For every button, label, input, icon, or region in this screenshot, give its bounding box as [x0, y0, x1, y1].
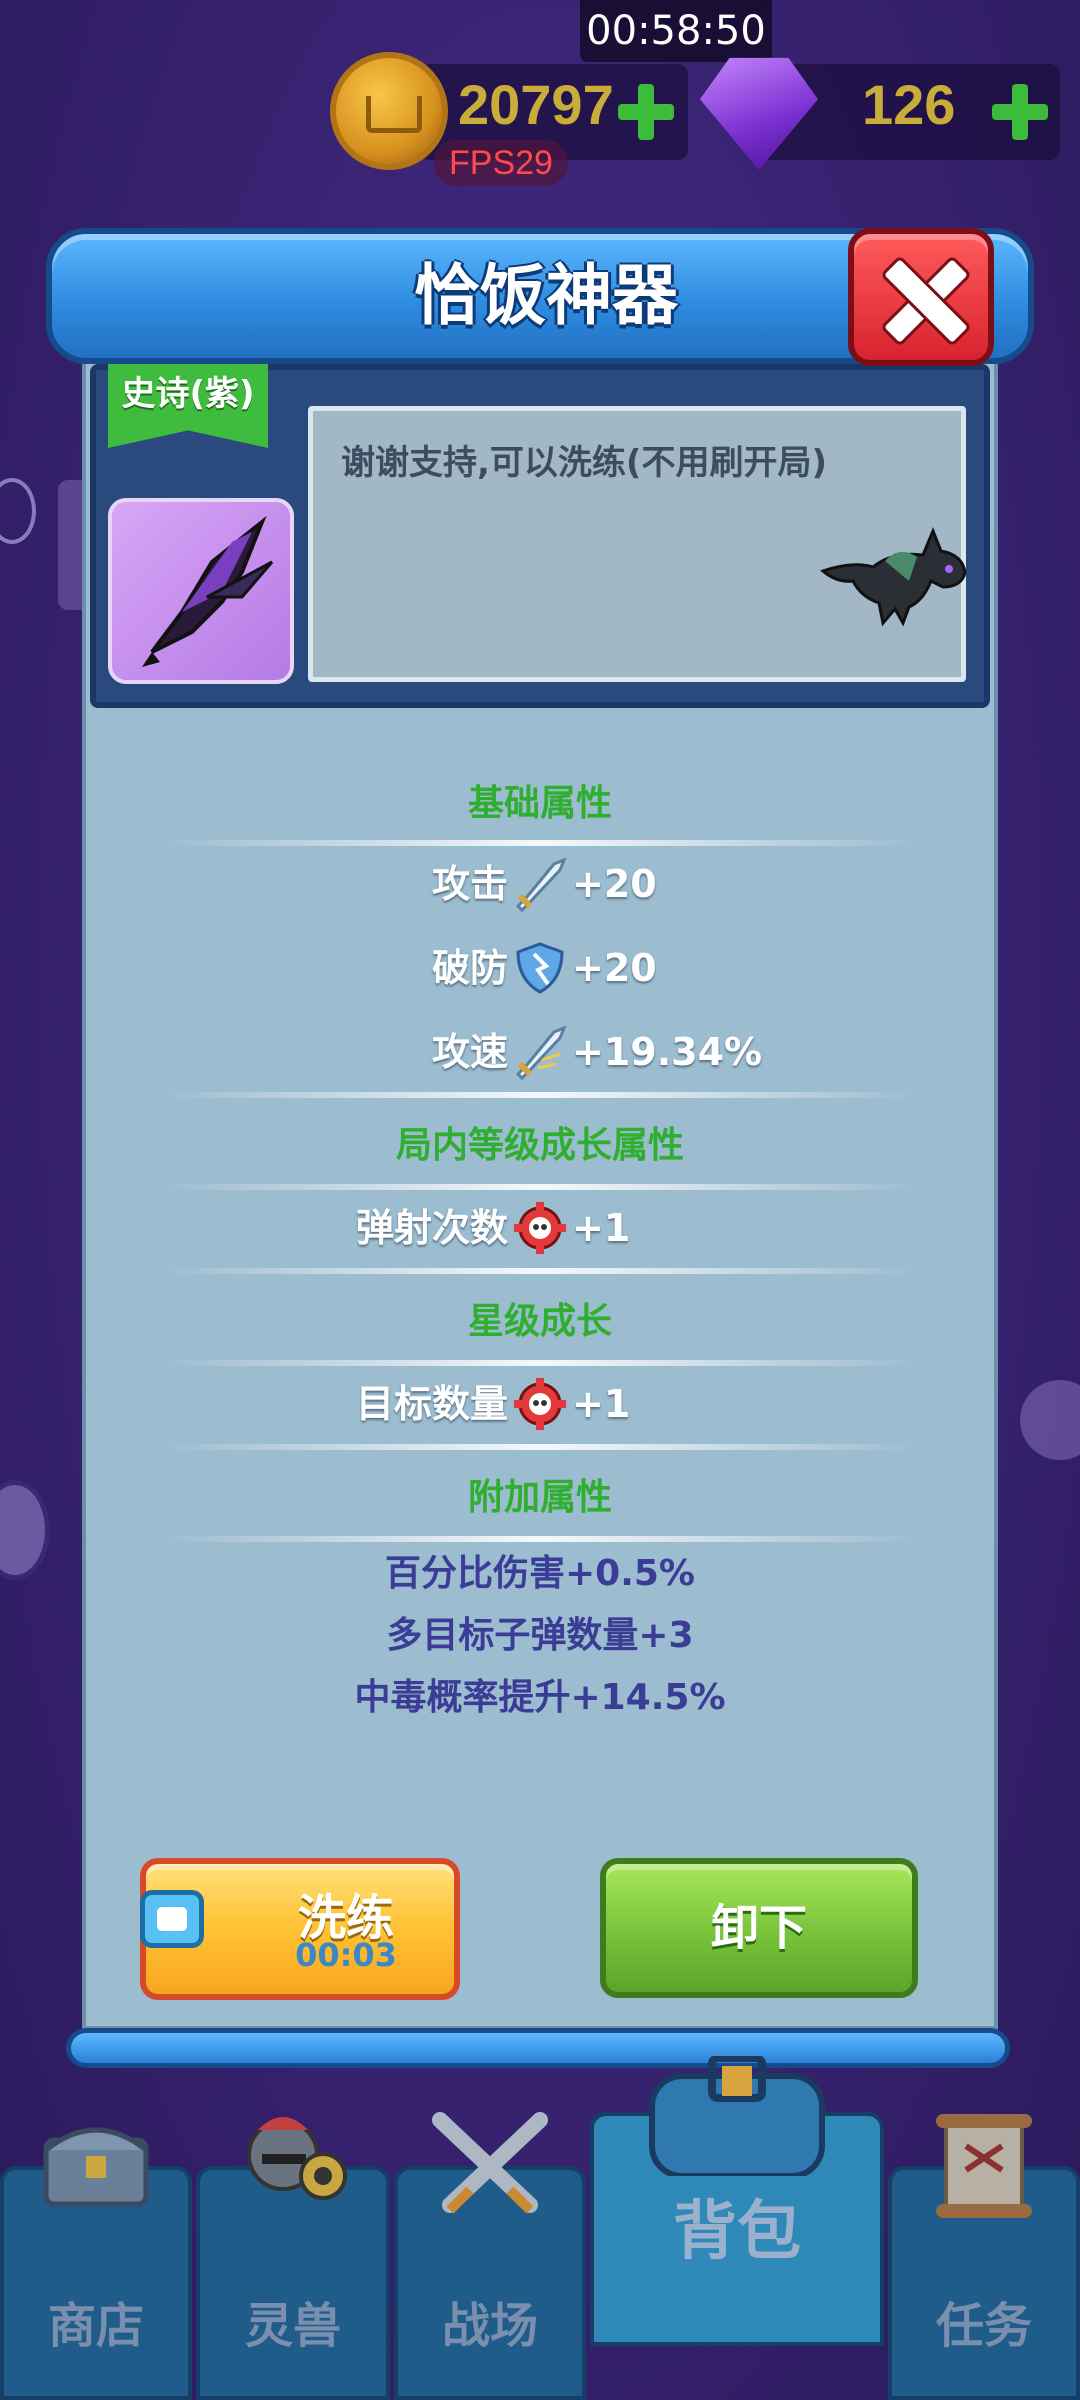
fps-counter: FPS29: [434, 140, 568, 186]
section-title-base: 基础属性: [467, 783, 612, 824]
background-orb: [1020, 1380, 1080, 1460]
tab-bag[interactable]: 背包: [590, 2056, 884, 2346]
shield-icon: [516, 942, 564, 994]
extra-stat: 中毒概率提升+14.5%: [354, 1677, 726, 1718]
knight-pet-icon: [247, 2117, 347, 2200]
coin-count: 20797: [458, 73, 614, 136]
modal-bottom-bar: [66, 2028, 1010, 2068]
tab-label: 商店: [47, 2298, 144, 2354]
rarity-label: 史诗(紫): [121, 374, 255, 414]
stat-value: +19.34%: [572, 1030, 763, 1074]
divider: [160, 1444, 920, 1450]
crossed-swords-icon: [432, 2112, 548, 2214]
stat-row-armor-pierce: 破防 +20: [82, 936, 998, 1000]
stat-row-targets: 目标数量 +1: [82, 1372, 998, 1436]
tab-tasks[interactable]: 任务: [888, 2114, 1080, 2400]
stat-value: +1: [572, 1382, 631, 1426]
stat-label: 目标数量: [355, 1382, 508, 1426]
divider: [160, 1268, 920, 1274]
target-skull-icon: [514, 1378, 566, 1430]
tab-label: 灵兽: [244, 2298, 341, 2354]
dragon-mascot-icon: [820, 527, 967, 627]
backpack-icon: [649, 2056, 825, 2176]
add-coins-button[interactable]: [616, 82, 676, 142]
tab-label: 背包: [673, 2195, 801, 2269]
tv-ad-icon: [140, 1890, 204, 1948]
unequip-label: 卸下: [710, 1900, 807, 1956]
scroll-icon: [936, 2114, 1032, 2218]
close-button[interactable]: [848, 228, 994, 366]
clock: 00:58:50: [580, 0, 772, 62]
item-description: 谢谢支持,可以洗练(不用刷开局): [341, 443, 827, 483]
divider: [160, 1536, 920, 1542]
section-title-star-growth: 星级成长: [467, 1301, 612, 1342]
stat-value: +1: [572, 1206, 631, 1250]
stat-row-bounce: 弹射次数 +1: [82, 1196, 998, 1260]
stat-row-attack-speed: 攻速 +19.34%: [82, 1020, 998, 1084]
divider: [160, 1092, 920, 1098]
target-skull-icon: [514, 1202, 566, 1254]
section-title-extra: 附加属性: [467, 1477, 612, 1518]
extra-stat: 多目标子弹数量+3: [386, 1615, 694, 1656]
background-badge: [0, 478, 36, 544]
divider: [160, 1184, 920, 1190]
sword-icon: [515, 857, 567, 912]
tab-pets[interactable]: 灵兽: [196, 2117, 390, 2400]
tab-label: 战场: [441, 2298, 538, 2354]
tab-label: 任务: [935, 2298, 1032, 2354]
background-avatar: [0, 1480, 50, 1580]
description-box: 谢谢支持,可以洗练(不用刷开局): [308, 406, 967, 682]
refine-timer: 00:03: [295, 1936, 397, 1974]
tab-battle[interactable]: 战场: [394, 2112, 586, 2400]
stat-label: 弹射次数: [355, 1206, 508, 1250]
item-icon: [108, 498, 294, 684]
swift-sword-icon: [515, 1025, 567, 1080]
treasure-chest-icon: [43, 2127, 149, 2207]
stat-label: 破防: [431, 946, 508, 990]
weapon-blade-icon: [142, 515, 274, 667]
divider: [160, 1360, 920, 1366]
divider: [160, 840, 920, 846]
section-title-level-growth: 局内等级成长属性: [395, 1125, 684, 1166]
add-gems-button[interactable]: [990, 82, 1050, 142]
stat-value: +20: [572, 946, 657, 990]
stat-label: 攻击: [431, 862, 508, 906]
stat-row-attack: 攻击 +20: [82, 852, 998, 916]
stat-label: 攻速: [431, 1030, 508, 1074]
unequip-button[interactable]: 卸下: [600, 1858, 918, 1998]
coin-icon: [330, 52, 448, 170]
tab-shop[interactable]: 商店: [0, 2127, 192, 2400]
gem-count: 126: [862, 73, 956, 136]
extra-stat: 百分比伤害+0.5%: [384, 1553, 695, 1594]
stat-value: +20: [572, 862, 657, 906]
